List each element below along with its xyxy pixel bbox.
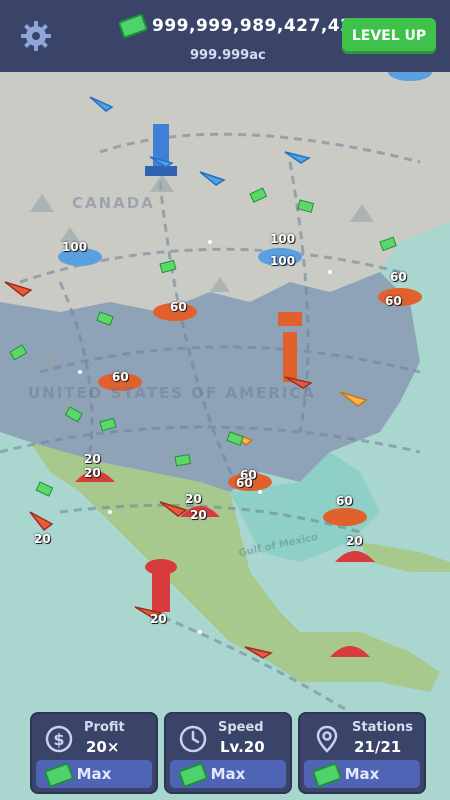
station-badge: 20 [185, 492, 202, 506]
top-bar: 999,999,989,427,424B 999.999ac LEVEL UP [0, 0, 450, 72]
profit-title: Profit [84, 720, 125, 735]
speed-upgrade-card[interactable]: Speed Lv.20 Max [164, 712, 292, 794]
dollar-coin-icon: $ [45, 725, 73, 753]
station-badge: 100 [270, 232, 296, 246]
profit-upgrade-card[interactable]: $ Profit 20× Max [30, 712, 158, 794]
station-badge: 60 [336, 494, 353, 508]
stations-value: 21/21 [354, 738, 402, 756]
cash-icon [311, 762, 343, 788]
location-pin-icon [316, 725, 338, 753]
stations-max-label: Max [344, 765, 380, 783]
stations-title: Stations [352, 720, 413, 735]
station-badge: 20 [150, 612, 167, 626]
station-badge: 60 [236, 476, 253, 490]
speed-max-button[interactable]: Max [170, 760, 286, 788]
station-badge: 20 [34, 532, 51, 546]
game-screen: CANADA UNITED STATES OF AMERICA Gulf of … [0, 0, 450, 800]
profit-max-button[interactable]: Max [36, 760, 152, 788]
profit-max-label: Max [76, 765, 112, 783]
stations-upgrade-card[interactable]: Stations 21/21 Max [298, 712, 426, 794]
map-terrain [0, 72, 450, 800]
speed-value: Lv.20 [220, 738, 265, 756]
label-usa: UNITED STATES OF AMERICA [28, 384, 317, 402]
level-up-button[interactable]: LEVEL UP [342, 18, 436, 54]
station-badge: 60 [170, 300, 187, 314]
income-rate: 999.999ac [190, 48, 266, 63]
station-badge: 60 [385, 294, 402, 308]
station-badge: 20 [84, 466, 101, 480]
speed-max-label: Max [210, 765, 246, 783]
speed-title: Speed [218, 720, 264, 735]
station-badge: 20 [190, 508, 207, 522]
station-badge: 100 [270, 254, 296, 268]
svg-text:$: $ [53, 730, 64, 749]
stations-max-button[interactable]: Max [304, 760, 420, 788]
cash-icon [43, 762, 75, 788]
station-badge: 20 [84, 452, 101, 466]
station-badge: 20 [346, 534, 363, 548]
station-badge: 60 [390, 270, 407, 284]
station-badge: 100 [62, 240, 88, 254]
clock-icon [179, 725, 207, 753]
cash-icon [177, 762, 209, 788]
cash-icon [117, 13, 149, 39]
profit-value: 20× [86, 738, 120, 756]
gear-icon[interactable] [20, 20, 52, 52]
station-badge: 60 [112, 370, 129, 384]
world-map[interactable]: CANADA UNITED STATES OF AMERICA Gulf of … [0, 72, 450, 800]
money-display: 999,999,989,427,424B [117, 13, 378, 39]
label-canada: CANADA [72, 194, 155, 212]
